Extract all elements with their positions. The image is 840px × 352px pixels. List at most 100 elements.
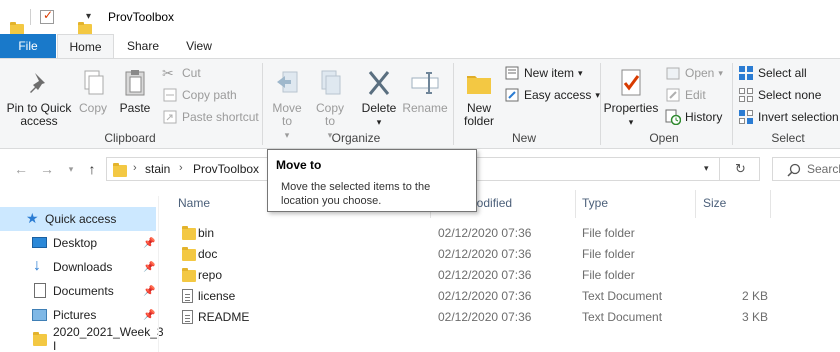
group-separator: [600, 63, 601, 145]
move-to-button[interactable]: Move to ▾: [268, 67, 306, 142]
file-name: license: [198, 289, 236, 303]
forward-arrow-icon[interactable]: →: [38, 160, 56, 178]
breadcrumb-provtoolbox[interactable]: ProvToolbox: [193, 162, 259, 176]
search-placeholder: Search: [807, 162, 840, 176]
column-separator[interactable]: [770, 190, 771, 218]
select-none-icon: [738, 87, 754, 103]
table-row[interactable]: bin 02/12/2020 07:36 File folder: [170, 223, 840, 244]
easy-access-label: Easy access: [524, 88, 592, 102]
new-item-dropdown-icon: ▾: [578, 67, 583, 78]
new-item-label: New item: [524, 66, 575, 80]
delete-x-icon: [363, 67, 395, 99]
table-row[interactable]: repo 02/12/2020 07:36 File folder: [170, 265, 840, 286]
easy-access-icon: [504, 87, 520, 103]
pin-icon[interactable]: 📌: [143, 262, 155, 273]
column-header-size[interactable]: Size: [703, 196, 726, 216]
tab-file[interactable]: File: [0, 34, 56, 58]
rename-icon: [409, 67, 441, 99]
address-divider: [719, 158, 720, 180]
file-name: README: [198, 310, 250, 324]
paste-shortcut-icon: [162, 109, 178, 125]
column-separator[interactable]: [695, 190, 696, 218]
paste-button[interactable]: Paste: [116, 67, 154, 115]
pin-icon[interactable]: 📌: [143, 310, 155, 321]
table-row[interactable]: README 02/12/2020 07:36 Text Document 3 …: [170, 307, 840, 328]
pin-to-quick-access-button[interactable]: Pin to Quick access: [4, 67, 74, 128]
properties-icon: [615, 67, 647, 99]
paste-shortcut-button[interactable]: Paste shortcut: [162, 107, 259, 127]
properties-button[interactable]: Properties ▾: [603, 67, 659, 129]
tab-home[interactable]: Home: [57, 34, 114, 59]
pane-divider: [158, 196, 159, 352]
nav-item-desktop[interactable]: Desktop 📌: [0, 231, 156, 255]
column-header-type[interactable]: Type: [582, 196, 608, 216]
delete-label: Delete: [361, 101, 397, 115]
folder-icon: [182, 247, 196, 261]
nav-item-documents[interactable]: Documents 📌: [0, 279, 156, 303]
file-type: Text Document: [582, 289, 663, 303]
table-row[interactable]: license 02/12/2020 07:36 Text Document 2…: [170, 286, 840, 307]
select-all-button[interactable]: Select all: [738, 63, 807, 83]
open-button[interactable]: Open ▾: [665, 63, 723, 83]
invert-selection-label: Invert selection: [758, 110, 839, 124]
search-icon: [787, 163, 801, 177]
pin-label: Pin to Quick access: [6, 101, 72, 128]
nav-item-label: Documents: [53, 284, 114, 298]
column-header-name[interactable]: Name: [178, 196, 210, 216]
quick-access-toolbar-dropdown-icon[interactable]: ▾: [86, 11, 91, 22]
easy-access-button[interactable]: Easy access ▾: [504, 85, 600, 105]
file-date: 02/12/2020 07:36: [438, 268, 532, 282]
search-box[interactable]: Search: [772, 157, 840, 181]
pin-icon: [23, 67, 55, 99]
refresh-icon[interactable]: ↻: [735, 161, 746, 177]
tab-view[interactable]: View: [176, 34, 222, 58]
star-icon: ★: [26, 210, 39, 226]
copy-to-label: Copy to: [315, 101, 344, 128]
new-folder-button[interactable]: New folder: [458, 67, 500, 128]
column-separator[interactable]: [575, 190, 576, 218]
paste-shortcut-label: Paste shortcut: [182, 110, 259, 124]
recent-locations-chevron-icon[interactable]: ▾: [62, 160, 80, 178]
history-label: History: [685, 110, 723, 124]
rename-button[interactable]: Rename: [402, 67, 448, 115]
select-none-label: Select none: [758, 88, 822, 102]
copy-label: Copy: [78, 101, 107, 115]
edit-button[interactable]: Edit: [665, 85, 706, 105]
nav-item-quick-access[interactable]: ★ Quick access: [0, 207, 156, 231]
nav-item-pictures[interactable]: Pictures 📌: [0, 303, 156, 327]
file-type: Text Document: [582, 310, 663, 324]
invert-selection-button[interactable]: Invert selection: [738, 107, 839, 127]
desktop-icon: [32, 237, 47, 248]
up-arrow-icon[interactable]: ↑: [83, 160, 101, 178]
select-none-button[interactable]: Select none: [738, 85, 821, 105]
copy-button[interactable]: Copy: [76, 67, 110, 115]
breadcrumb-chevron-icon[interactable]: ›: [179, 162, 183, 174]
move-to-icon: [271, 67, 303, 99]
history-button[interactable]: History: [665, 107, 722, 127]
copy-path-button[interactable]: Copy path: [162, 85, 237, 105]
tab-share[interactable]: Share: [120, 34, 166, 58]
properties-check-icon[interactable]: ✓: [40, 8, 54, 24]
ribbon: Pin to Quick access Copy Paste ✂ Cut Cop…: [0, 58, 840, 149]
title-separator: [30, 9, 31, 25]
folder-icon: [33, 332, 47, 346]
breadcrumb-chevron-icon[interactable]: ›: [133, 162, 137, 174]
pin-icon[interactable]: 📌: [143, 238, 155, 249]
pin-icon[interactable]: 📌: [143, 286, 155, 297]
edit-icon: [665, 87, 681, 103]
file-date: 02/12/2020 07:36: [438, 247, 532, 261]
cut-button[interactable]: ✂ Cut: [162, 63, 201, 83]
nav-item-folder[interactable]: 2020_2021_Week_3 I: [0, 325, 164, 352]
new-item-icon: [504, 65, 520, 81]
new-item-button[interactable]: New item ▾: [504, 63, 583, 83]
open-label: Open: [685, 66, 715, 80]
open-icon: [665, 65, 681, 81]
address-dropdown-icon[interactable]: ▾: [704, 163, 709, 174]
back-arrow-icon[interactable]: ←: [12, 160, 30, 178]
nav-item-downloads[interactable]: ↓ Downloads 📌: [0, 255, 156, 279]
title-bar: ✓ ▾ ProvToolbox: [0, 0, 840, 36]
move-to-label: Move to: [272, 101, 302, 128]
breadcrumb-stain[interactable]: stain: [145, 162, 170, 176]
table-row[interactable]: doc 02/12/2020 07:36 File folder: [170, 244, 840, 265]
delete-button[interactable]: Delete ▾: [359, 67, 399, 129]
